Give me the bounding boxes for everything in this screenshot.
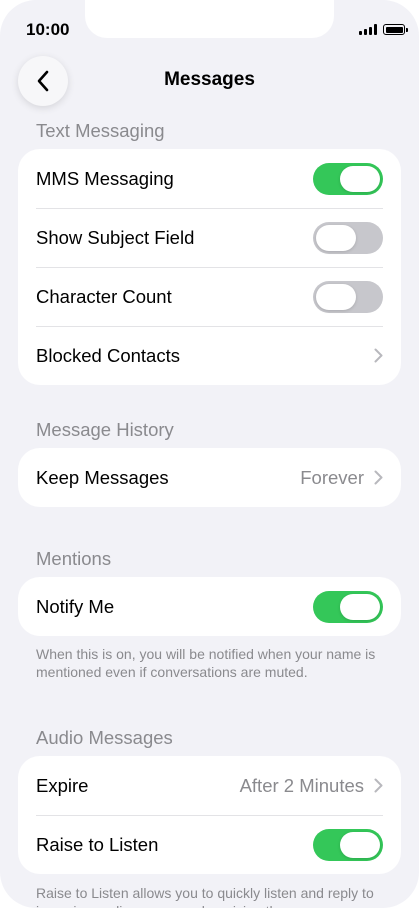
mentions-footnote: When this is on, you will be notified wh… bbox=[36, 646, 376, 680]
row-label: Blocked Contacts bbox=[36, 344, 180, 366]
row-label: Notify Me bbox=[36, 595, 115, 617]
group-mentions: Notify Me bbox=[18, 577, 401, 636]
chevron-right-icon bbox=[374, 348, 383, 363]
row-raise-to-listen[interactable]: Raise to Listen bbox=[18, 815, 401, 874]
notch bbox=[85, 0, 334, 38]
group-message-history: Keep Messages Forever bbox=[18, 448, 401, 507]
character-count-toggle[interactable] bbox=[313, 280, 383, 313]
section-header-mentions: Mentions bbox=[36, 548, 112, 569]
row-label: Character Count bbox=[36, 285, 172, 307]
row-label: MMS Messaging bbox=[36, 167, 174, 189]
phone-screen: 10:00 Messages Text Messaging MMS Messag… bbox=[0, 0, 419, 908]
show-subject-field-toggle[interactable] bbox=[313, 221, 383, 254]
row-label: Raise to Listen bbox=[36, 833, 159, 855]
page-title: Messages bbox=[164, 69, 255, 90]
raise-to-listen-toggle[interactable] bbox=[313, 828, 383, 861]
audio-footnote: Raise to Listen allows you to quickly li… bbox=[36, 885, 374, 908]
row-notify-me[interactable]: Notify Me bbox=[18, 577, 401, 636]
status-time: 10:00 bbox=[26, 20, 70, 39]
row-label: Keep Messages bbox=[36, 466, 169, 488]
battery-icon bbox=[383, 24, 408, 35]
group-audio-messages: Expire After 2 Minutes Raise to Listen bbox=[18, 756, 401, 874]
row-label: Expire bbox=[36, 774, 89, 796]
row-mms-messaging[interactable]: MMS Messaging bbox=[18, 149, 401, 208]
row-keep-messages[interactable]: Keep Messages Forever bbox=[18, 448, 401, 507]
group-text-messaging: MMS Messaging Show Subject Field Charact… bbox=[18, 149, 401, 385]
chevron-right-icon bbox=[374, 470, 383, 485]
status-icons bbox=[359, 24, 408, 35]
row-show-subject-field[interactable]: Show Subject Field bbox=[18, 208, 401, 267]
cellular-signal-icon bbox=[359, 24, 377, 35]
row-character-count[interactable]: Character Count bbox=[18, 267, 401, 326]
section-header-text-messaging: Text Messaging bbox=[36, 120, 165, 141]
section-header-message-history: Message History bbox=[36, 419, 174, 440]
chevron-right-icon bbox=[374, 778, 383, 793]
row-blocked-contacts[interactable]: Blocked Contacts bbox=[18, 326, 401, 385]
row-value: After 2 Minutes bbox=[239, 774, 364, 796]
section-header-audio-messages: Audio Messages bbox=[36, 727, 173, 748]
mms-messaging-toggle[interactable] bbox=[313, 162, 383, 195]
row-value: Forever bbox=[300, 466, 364, 488]
notify-me-toggle[interactable] bbox=[313, 590, 383, 623]
row-expire[interactable]: Expire After 2 Minutes bbox=[18, 756, 401, 815]
row-label: Show Subject Field bbox=[36, 226, 195, 248]
